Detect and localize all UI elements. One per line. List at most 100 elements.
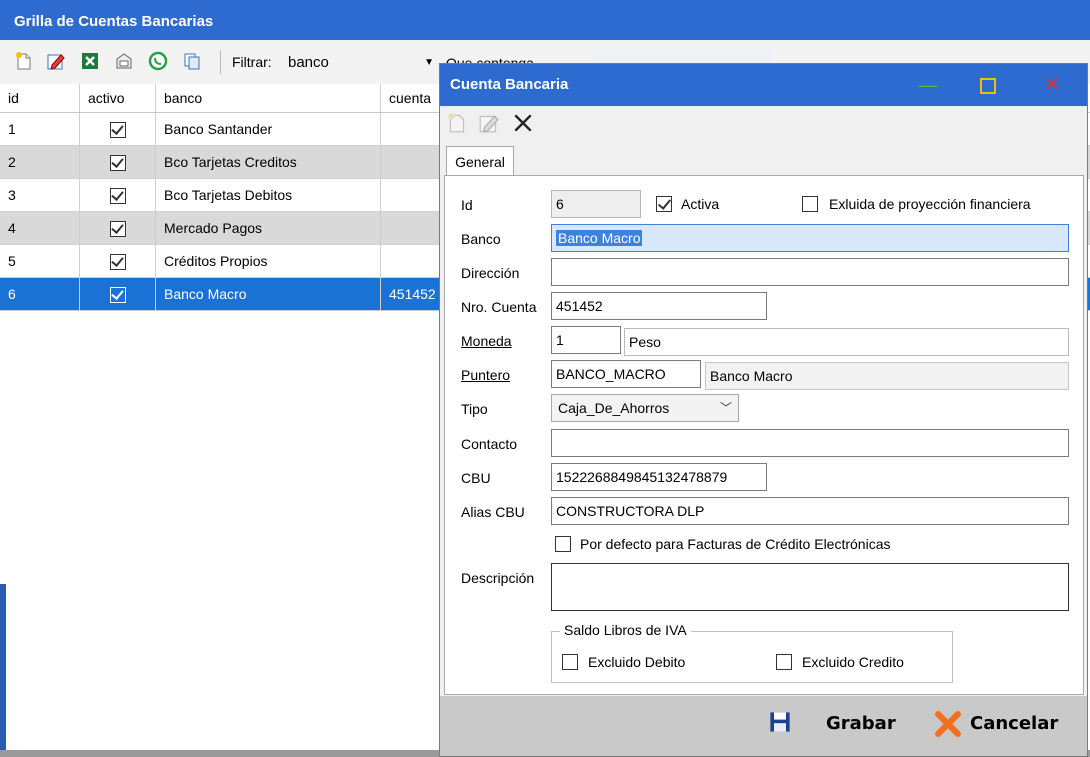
cell-activo[interactable] bbox=[80, 146, 156, 179]
por-defecto-checkbox[interactable] bbox=[555, 536, 571, 552]
direccion-label: Dirección bbox=[461, 265, 520, 281]
close-icon: ✕ bbox=[1043, 74, 1061, 96]
moneda-name-field: Peso bbox=[624, 328, 1069, 356]
chevron-down-icon: ﹀ bbox=[719, 401, 732, 415]
contacto-input[interactable] bbox=[551, 429, 1069, 457]
cell-id: 5 bbox=[0, 245, 80, 278]
excluido-credito-checkbox[interactable] bbox=[776, 654, 792, 670]
edit-record-icon[interactable] bbox=[46, 51, 66, 71]
dialog-title: Cuenta Bancaria bbox=[450, 76, 569, 93]
checkbox-icon bbox=[110, 188, 126, 205]
puntero-code-input[interactable]: BANCO_MACRO bbox=[551, 360, 701, 388]
cancel-button-label: Cancelar bbox=[970, 713, 1059, 734]
left-edge-strip bbox=[0, 584, 6, 750]
cbu-label: CBU bbox=[461, 470, 491, 486]
cancel-x-icon bbox=[935, 711, 961, 737]
moneda-code-input[interactable]: 1 bbox=[551, 326, 621, 354]
cell-id: 1 bbox=[0, 113, 80, 146]
checkbox-icon bbox=[110, 254, 126, 271]
column-header-id[interactable]: id bbox=[0, 84, 80, 112]
cell-banco: Banco Santander bbox=[156, 113, 381, 146]
saldo-libros-iva-group: Saldo Libros de IVA Excluido Debito Excl… bbox=[551, 622, 953, 683]
tab-strip: General bbox=[440, 146, 1087, 176]
nro-cuenta-label: Nro. Cuenta bbox=[461, 299, 537, 315]
excluido-debito-checkbox[interactable] bbox=[562, 654, 578, 670]
window-title: Grilla de Cuentas Bancarias bbox=[14, 13, 214, 30]
checkbox-icon bbox=[110, 221, 126, 238]
moneda-link[interactable]: Moneda bbox=[461, 331, 512, 351]
tipo-select-value: Caja_De_Ahorros bbox=[558, 400, 670, 416]
checkbox-icon bbox=[110, 287, 126, 304]
general-panel: Id 6 Activa Exluida de proyección financ… bbox=[444, 175, 1084, 695]
chevron-down-icon: ▼ bbox=[424, 57, 434, 68]
maximize-icon bbox=[980, 78, 996, 94]
excluido-debito-label: Excluido Debito bbox=[588, 654, 686, 670]
descripcion-label: Descripción bbox=[461, 570, 535, 586]
cell-banco: Bco Tarjetas Debitos bbox=[156, 179, 381, 212]
activa-label: Activa bbox=[681, 196, 720, 212]
cell-banco: Banco Macro bbox=[156, 278, 381, 311]
cell-activo[interactable] bbox=[80, 113, 156, 146]
alias-cbu-input[interactable]: CONSTRUCTORA DLP bbox=[551, 497, 1069, 525]
cell-banco: Bco Tarjetas Creditos bbox=[156, 146, 381, 179]
alias-cbu-label: Alias CBU bbox=[461, 504, 525, 520]
minimize-button[interactable]: — bbox=[914, 72, 942, 98]
cell-id: 6 bbox=[0, 278, 80, 311]
id-label: Id bbox=[461, 197, 473, 213]
copy-icon[interactable] bbox=[182, 51, 202, 71]
dialog-title-bar[interactable]: Cuenta Bancaria — ✕ bbox=[440, 64, 1087, 106]
cbu-input[interactable]: 1522268849845132478879 bbox=[551, 463, 767, 491]
banco-input-value: Banco Macro bbox=[556, 230, 643, 246]
tab-general[interactable]: General bbox=[446, 146, 514, 176]
cell-activo[interactable] bbox=[80, 245, 156, 278]
excel-export-icon[interactable] bbox=[80, 51, 100, 71]
cell-id: 2 bbox=[0, 146, 80, 179]
maximize-button[interactable] bbox=[974, 72, 1002, 98]
puntero-name-field: Banco Macro bbox=[705, 362, 1069, 390]
edit-record-icon[interactable] bbox=[478, 112, 500, 134]
print-preview-icon[interactable] bbox=[114, 51, 134, 71]
excluida-checkbox[interactable] bbox=[802, 196, 818, 212]
por-defecto-label: Por defecto para Facturas de Crédito Ele… bbox=[580, 536, 891, 552]
tipo-label: Tipo bbox=[461, 401, 488, 417]
window-title-bar[interactable]: Grilla de Cuentas Bancarias bbox=[0, 0, 1090, 40]
banco-label: Banco bbox=[461, 231, 501, 247]
save-button-label: Grabar bbox=[826, 713, 896, 734]
banco-input[interactable]: Banco Macro bbox=[551, 224, 1069, 252]
filter-field-select[interactable]: banco ▼ bbox=[288, 52, 438, 74]
minimize-icon: — bbox=[919, 75, 937, 95]
cell-activo[interactable] bbox=[80, 179, 156, 212]
descripcion-textarea[interactable] bbox=[551, 563, 1069, 611]
nro-cuenta-input[interactable]: 451452 bbox=[551, 292, 767, 320]
cell-activo[interactable] bbox=[80, 278, 156, 311]
excluida-label: Exluida de proyección financiera bbox=[829, 196, 1031, 212]
saldo-libros-iva-title: Saldo Libros de IVA bbox=[560, 622, 691, 638]
cell-banco: Créditos Propios bbox=[156, 245, 381, 278]
filter-label: Filtrar: bbox=[232, 54, 272, 70]
column-header-activo[interactable]: activo bbox=[80, 84, 156, 112]
puntero-link[interactable]: Puntero bbox=[461, 365, 510, 385]
cell-activo[interactable] bbox=[80, 212, 156, 245]
toolbar-separator bbox=[220, 50, 221, 74]
tipo-select[interactable]: Caja_De_Ahorros ﹀ bbox=[551, 394, 739, 422]
close-button[interactable]: ✕ bbox=[1038, 72, 1066, 98]
cell-banco: Mercado Pagos bbox=[156, 212, 381, 245]
bank-account-dialog: Cuenta Bancaria — ✕ General Id 6 Activa … bbox=[439, 63, 1088, 757]
cell-id: 3 bbox=[0, 179, 80, 212]
whatsapp-icon[interactable] bbox=[148, 51, 168, 71]
column-header-banco[interactable]: banco bbox=[156, 84, 381, 112]
direccion-input[interactable] bbox=[551, 258, 1069, 286]
filter-field-value: banco bbox=[288, 54, 329, 71]
checkbox-icon bbox=[110, 155, 126, 172]
new-record-icon[interactable] bbox=[14, 51, 34, 71]
dialog-footer: Grabar Cancelar bbox=[440, 696, 1087, 756]
cell-id: 4 bbox=[0, 212, 80, 245]
floppy-disk-icon bbox=[770, 712, 790, 732]
activa-checkbox[interactable] bbox=[656, 196, 672, 212]
contacto-label: Contacto bbox=[461, 436, 518, 452]
id-field: 6 bbox=[551, 190, 641, 218]
new-record-icon[interactable] bbox=[446, 112, 468, 134]
checkbox-icon bbox=[110, 122, 126, 139]
delete-icon[interactable] bbox=[512, 112, 534, 134]
excluido-credito-label: Excluido Credito bbox=[802, 654, 904, 670]
